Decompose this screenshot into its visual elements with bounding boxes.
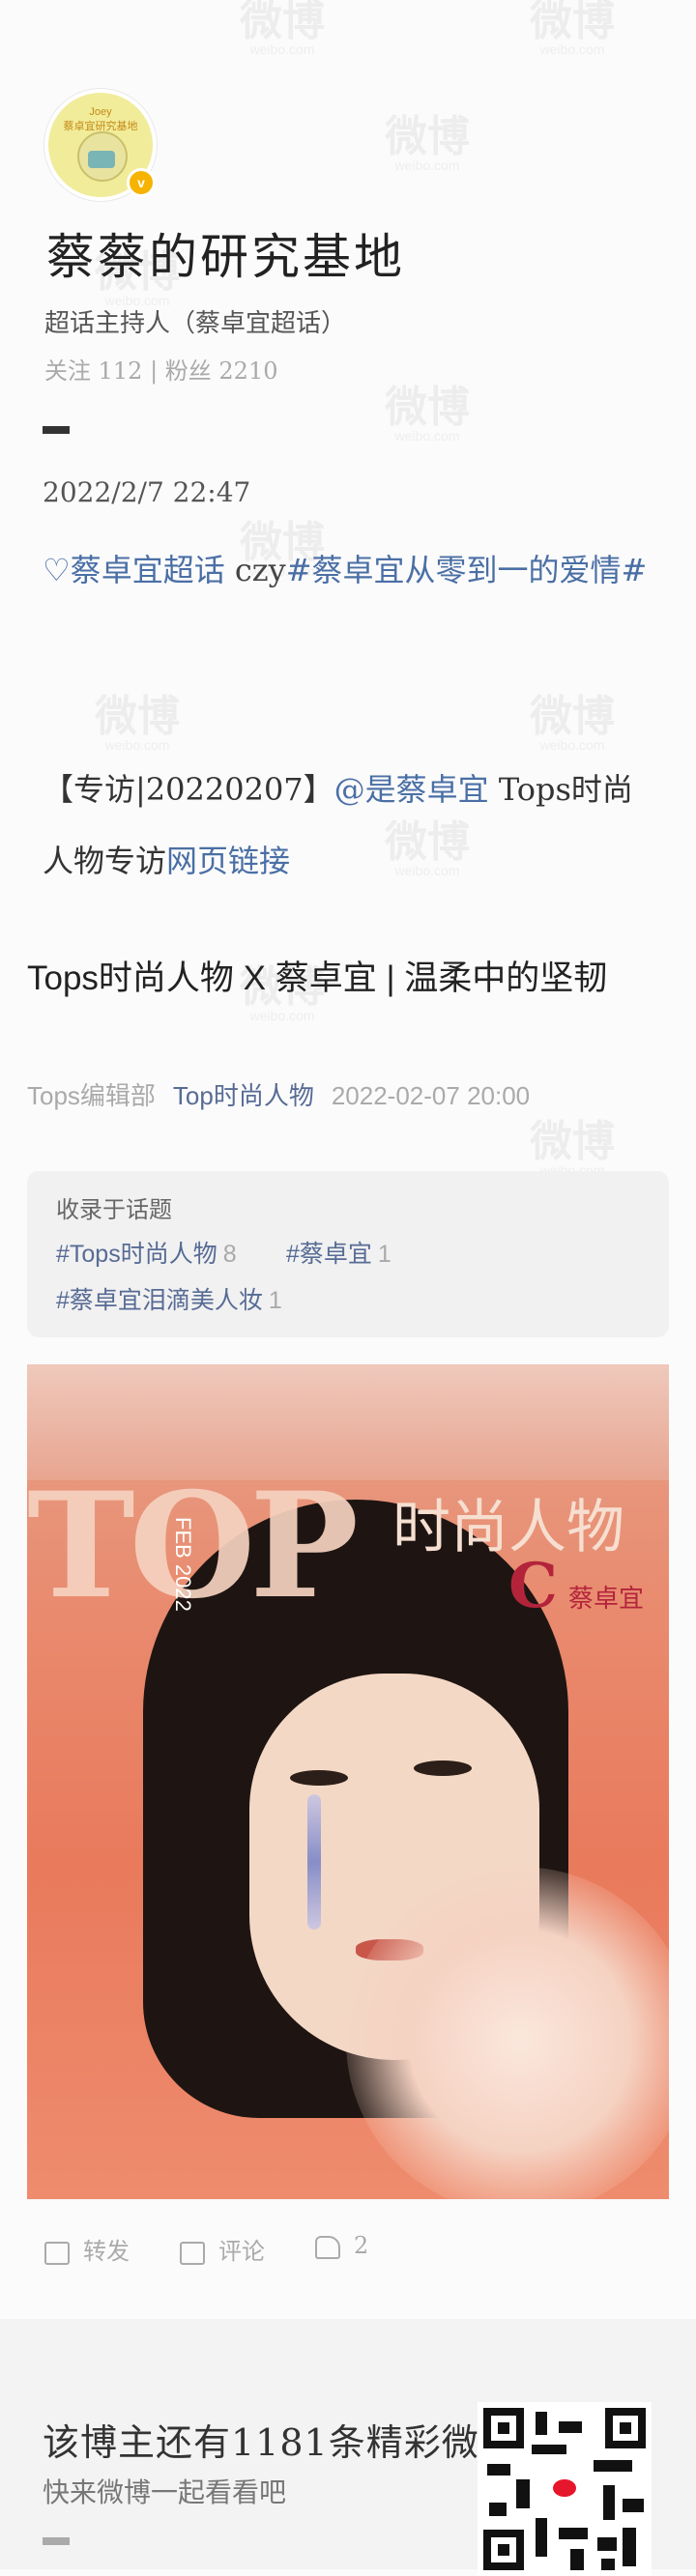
watermark: 微博weibo.com (530, 1118, 615, 1178)
mention-link[interactable]: @是蔡卓宜 (334, 771, 489, 808)
article-date: 2022-02-07 20:00 (331, 1081, 531, 1110)
comment-button[interactable]: 评论 (180, 2232, 265, 2266)
web-link[interactable]: 网页链接 (166, 843, 290, 879)
post-body: 【专访|20220207】@是蔡卓宜 Tops时尚人物专访网页链接 (43, 754, 661, 897)
interview-prefix: 【专访|20220207】 (43, 771, 334, 808)
action-bar: 转发 评论 2 (0, 2222, 696, 2280)
comment-icon (180, 2241, 205, 2265)
topic-tag[interactable]: #Tops时尚人物 8 (56, 1235, 237, 1270)
repost-button[interactable]: 转发 (44, 2232, 130, 2266)
user-stats: 关注 112 | 粉丝 2210 (44, 358, 278, 385)
topic-separator: czy (224, 552, 286, 588)
divider-dash (43, 2537, 70, 2545)
watermark: 微博weibo.com (95, 693, 180, 753)
watermark: 微博weibo.com (240, 0, 325, 57)
post-topic-line: ♡蔡卓宜超话 czy#蔡卓宜从零到一的爱情# (43, 535, 661, 605)
cover-issue: FEB 2022 (171, 1517, 195, 1612)
cover-image[interactable]: TOP FEB 2022 时尚人物 C 蔡卓宜 (27, 1364, 669, 2199)
like-button[interactable]: 2 (315, 2232, 368, 2259)
topics-box: 收录于话题 #Tops时尚人物 8 #蔡卓宜 1 #蔡卓宜泪滴美人妆 1 (27, 1171, 669, 1337)
article-title[interactable]: Tops时尚人物 X 蔡卓宜 | 温柔中的坚韧 (27, 953, 669, 1005)
watermark: 微博weibo.com (530, 0, 615, 57)
watermark: 微博weibo.com (385, 113, 470, 173)
avatar-label: Joey 蔡卓宜研究基地 (63, 106, 138, 132)
cover-letter: C (508, 1550, 558, 1622)
verified-badge-icon: v (127, 168, 156, 197)
topic-tag[interactable]: #蔡卓宜泪滴美人妆 1 (56, 1281, 282, 1316)
user-role: 超话主持人（蔡卓宜超话） (44, 309, 347, 338)
footer-sub-text: 快来微博一起看看吧 (43, 2476, 287, 2508)
footer-main-text: 该博主还有1181条精彩微博 (43, 2421, 517, 2464)
super-topic-link[interactable]: 蔡卓宜超话 (71, 552, 225, 588)
footer-banner: 该博主还有1181条精彩微博 快来微博一起看看吧 (0, 2319, 696, 2576)
hashtag-link[interactable]: #蔡卓宜从零到一的爱情# (286, 552, 648, 588)
mascot-icon (77, 131, 128, 182)
post-time: 2022/2/7 22:47 (43, 476, 251, 508)
article-source: Tops编辑部 (27, 1081, 156, 1110)
qr-code-icon[interactable] (478, 2402, 652, 2576)
topic-tag[interactable]: #蔡卓宜 1 (286, 1235, 392, 1270)
weibo-logo-icon (545, 2470, 584, 2508)
watermark: 微博weibo.com (385, 384, 470, 444)
watermark: 微博weibo.com (530, 693, 615, 753)
cover-name: 蔡卓宜 (568, 1584, 645, 1613)
article-meta: Tops编辑部 Top时尚人物 2022-02-07 20:00 (27, 1076, 530, 1112)
topics-heading: 收录于话题 (56, 1197, 172, 1223)
thumbs-up-icon (315, 2235, 340, 2259)
divider-dash (43, 426, 70, 434)
diamond-icon: ♡ (43, 552, 71, 588)
article-account-link[interactable]: Top时尚人物 (173, 1081, 314, 1110)
username[interactable]: 蔡蔡的研究基地 (46, 218, 405, 288)
repost-icon (44, 2241, 70, 2265)
